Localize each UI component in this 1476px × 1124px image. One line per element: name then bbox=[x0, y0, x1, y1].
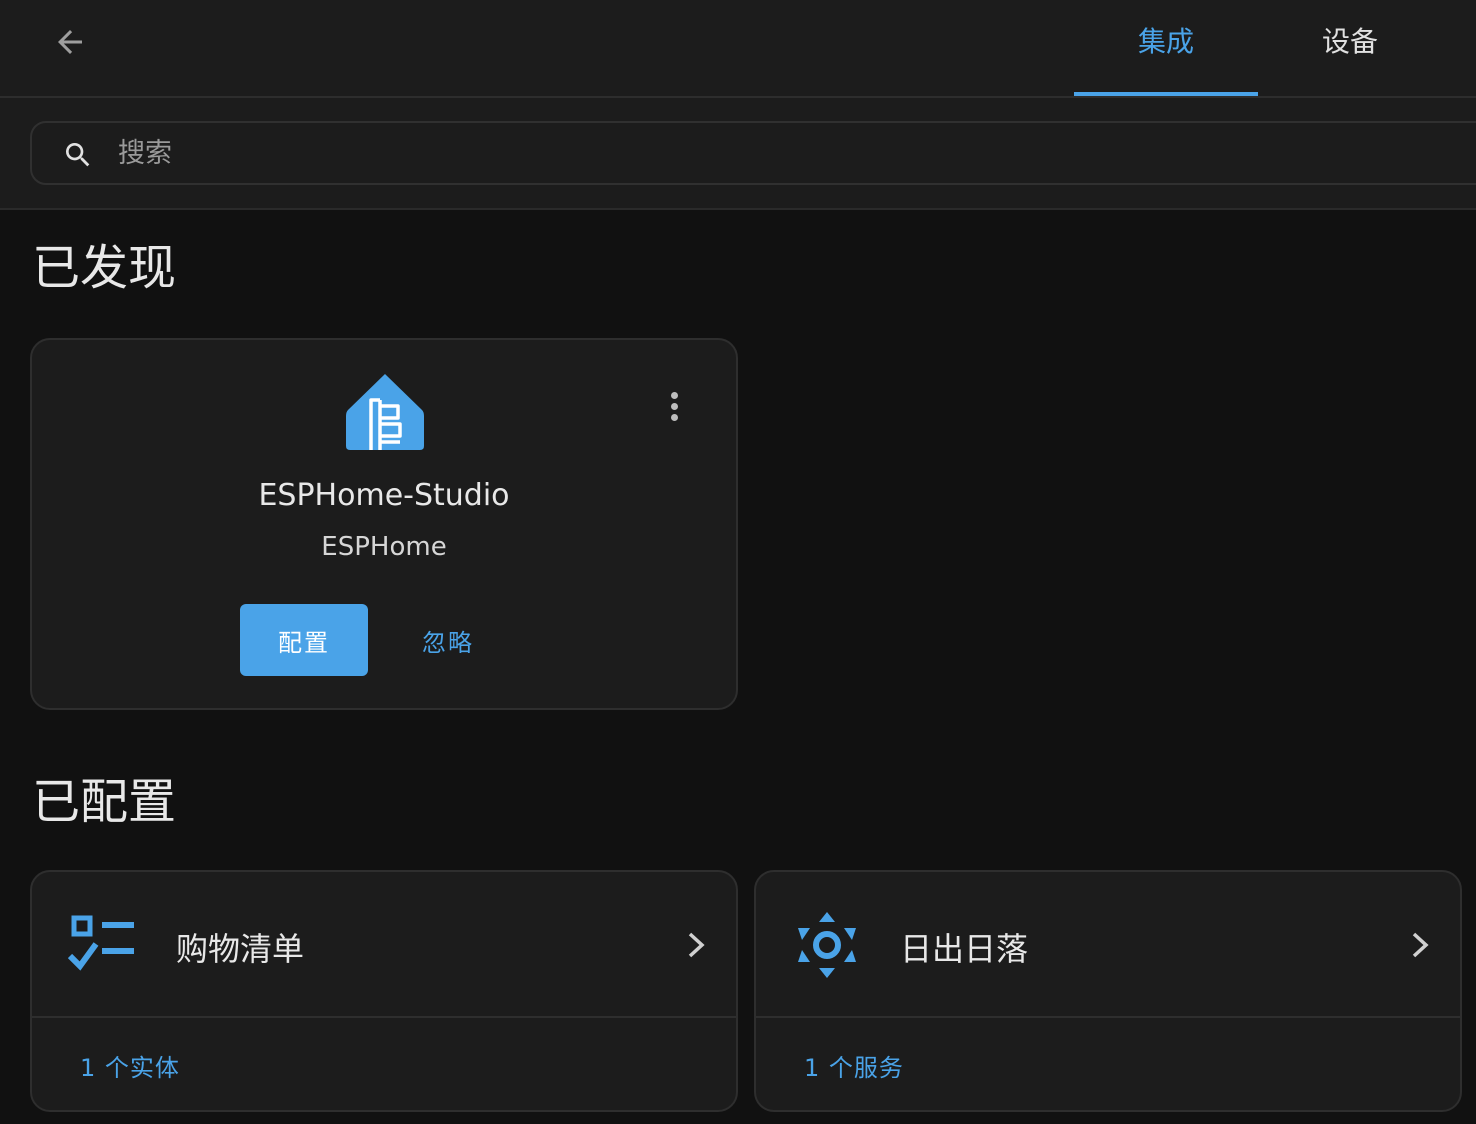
active-tab-indicator bbox=[1074, 92, 1258, 96]
services-link[interactable]: 1 个服务 bbox=[804, 1048, 904, 1083]
chevron-right-icon bbox=[1412, 932, 1429, 958]
integration-card-shopping-list: 购物清单 1 个实体 bbox=[30, 870, 738, 1112]
search-icon bbox=[66, 143, 90, 167]
checklist-icon bbox=[68, 915, 134, 971]
configured-section-title: 已配置 bbox=[32, 774, 177, 830]
search-box[interactable] bbox=[30, 121, 1476, 185]
search-bar-container bbox=[0, 98, 1476, 210]
tab-integrations[interactable]: 集成 bbox=[1074, 0, 1258, 96]
discovered-integration-name: ESPHome bbox=[321, 532, 447, 562]
esphome-logo bbox=[346, 374, 424, 450]
discovered-device-name: ESPHome-Studio bbox=[258, 478, 510, 513]
more-vert-icon-dot bbox=[670, 402, 678, 410]
more-options-button[interactable] bbox=[654, 382, 694, 430]
tab-devices[interactable]: 设备 bbox=[1258, 0, 1442, 96]
more-vert-icon-dot bbox=[670, 413, 678, 421]
tab-integrations-label: 集成 bbox=[1137, 25, 1194, 58]
configure-button[interactable]: 配置 bbox=[240, 604, 368, 676]
discovered-section-title: 已发现 bbox=[32, 240, 177, 296]
integration-card-header[interactable]: 购物清单 bbox=[32, 872, 736, 1018]
sun-icon bbox=[798, 912, 856, 978]
tab-devices-label: 设备 bbox=[1321, 25, 1378, 58]
chevron-right-icon bbox=[688, 932, 705, 958]
discovered-card: ESPHome-Studio ESPHome 配置 忽略 bbox=[30, 338, 738, 710]
ignore-button[interactable]: 忽略 bbox=[396, 604, 500, 676]
integration-card-header[interactable]: 日出日落 bbox=[756, 872, 1460, 1018]
integration-title: 购物清单 bbox=[176, 930, 305, 968]
integration-title: 日出日落 bbox=[900, 930, 1029, 968]
integration-card-sun: 日出日落 1 个服务 bbox=[754, 870, 1462, 1112]
search-input[interactable] bbox=[118, 131, 1318, 175]
entities-link[interactable]: 1 个实体 bbox=[80, 1048, 180, 1083]
back-button[interactable] bbox=[44, 16, 96, 68]
more-vert-icon bbox=[670, 391, 678, 399]
top-app-bar: 集成 设备 bbox=[0, 0, 1476, 98]
arrow-left-icon bbox=[58, 30, 82, 54]
